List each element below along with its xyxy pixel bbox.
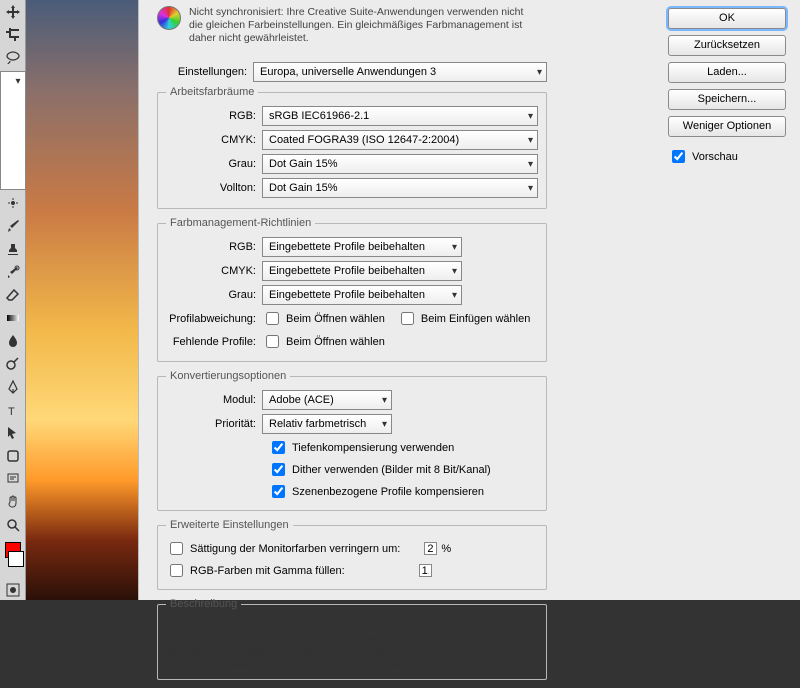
rgb-select[interactable]: sRGB IEC61966-2.1 (262, 106, 538, 126)
background-color[interactable] (8, 551, 24, 567)
engine-select[interactable]: Adobe (ACE) (262, 390, 392, 410)
move-tool-icon[interactable] (3, 2, 23, 22)
description-text: Eingebettete Profile beibehalten: Das ei… (166, 618, 538, 673)
preview-checkbox[interactable]: Vorschau (668, 147, 786, 166)
load-button[interactable]: Laden... (668, 62, 786, 83)
reset-button[interactable]: Zurücksetzen (668, 35, 786, 56)
brush-tool-icon[interactable] (3, 216, 23, 236)
gray-select[interactable]: Dot Gain 15% (262, 154, 538, 174)
policy-cmyk-select[interactable]: Eingebettete Profile beibehalten (262, 261, 462, 281)
stamp-tool-icon[interactable] (3, 239, 23, 259)
color-settings-dialog: Nicht synchronisiert: Ihre Creative Suit… (138, 0, 800, 600)
path-select-icon[interactable] (3, 423, 23, 443)
tool-palette: T (0, 0, 26, 600)
bpc-checkbox[interactable]: Tiefenkompensierung verwenden (268, 438, 538, 457)
description-group: Beschreibung Eingebettete Profile beibeh… (157, 598, 547, 680)
shape-tool-icon[interactable] (3, 446, 23, 466)
spot-select[interactable]: Dot Gain 15% (262, 178, 538, 198)
dither-checkbox[interactable]: Dither verwenden (Bilder mit 8 Bit/Kanal… (268, 460, 538, 479)
sync-status-icon (157, 6, 181, 30)
cmyk-select[interactable]: Coated FOGRA39 (ISO 12647-2:2004) (262, 130, 538, 150)
crop-tool-icon[interactable] (3, 25, 23, 45)
mismatch-open-checkbox[interactable]: Beim Öffnen wählen (262, 309, 385, 328)
sync-status-text: Nicht synchronisiert: Ihre Creative Suit… (189, 6, 537, 45)
advanced-group: Erweiterte Einstellungen Sättigung der M… (157, 519, 547, 590)
desaturate-input[interactable] (424, 542, 437, 555)
working-spaces-group: Arbeitsfarbräume RGB:sRGB IEC61966-2.1 C… (157, 86, 547, 209)
ok-button[interactable]: OK (668, 8, 786, 29)
eraser-tool-icon[interactable] (3, 285, 23, 305)
settings-label: Einstellungen: (157, 66, 253, 78)
scene-checkbox[interactable]: Szenenbezogene Profile kompensieren (268, 482, 538, 501)
fewer-options-button[interactable]: Weniger Optionen (668, 116, 786, 137)
notes-tool-icon[interactable] (3, 469, 23, 489)
save-button[interactable]: Speichern... (668, 89, 786, 110)
color-policies-group: Farbmanagement-Richtlinien RGB:Eingebett… (157, 217, 547, 362)
gradient-tool-icon[interactable] (3, 308, 23, 328)
zoom-tool-icon[interactable] (3, 515, 23, 535)
gamma-checkbox[interactable] (170, 564, 183, 577)
pen-tool-icon[interactable] (3, 377, 23, 397)
missing-open-checkbox[interactable]: Beim Öffnen wählen (262, 332, 385, 351)
intent-select[interactable]: Relativ farbmetrisch (262, 414, 392, 434)
policy-rgb-select[interactable]: Eingebettete Profile beibehalten (262, 237, 462, 257)
policy-gray-select[interactable]: Eingebettete Profile beibehalten (262, 285, 462, 305)
quickmask-icon[interactable] (3, 580, 23, 600)
history-brush-icon[interactable] (3, 262, 23, 282)
settings-select[interactable]: Europa, universelle Anwendungen 3 (253, 62, 547, 82)
blur-tool-icon[interactable] (3, 331, 23, 351)
gamma-input[interactable] (419, 564, 432, 577)
conversion-options-group: Konvertierungsoptionen Modul:Adobe (ACE)… (157, 370, 547, 511)
lasso-tool-icon[interactable] (3, 48, 23, 68)
type-tool-icon[interactable]: T (3, 400, 23, 420)
svg-text:T: T (8, 406, 15, 418)
hand-tool-icon[interactable] (3, 492, 23, 512)
desaturate-checkbox[interactable] (170, 542, 183, 555)
eyedropper-tool-icon[interactable] (0, 71, 26, 190)
mismatch-paste-checkbox[interactable]: Beim Einfügen wählen (397, 309, 530, 328)
dodge-tool-icon[interactable] (3, 354, 23, 374)
healing-brush-icon[interactable] (3, 193, 23, 213)
